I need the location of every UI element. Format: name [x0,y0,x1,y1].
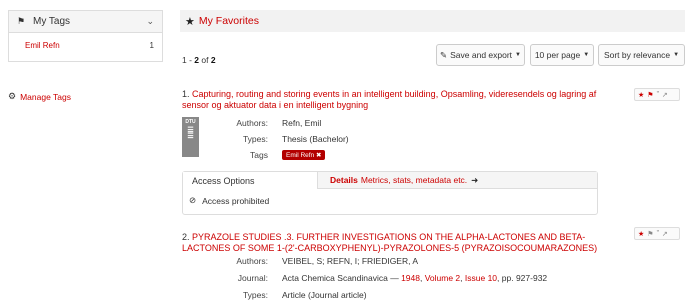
tag-badge[interactable]: Emil Refn ✖ [282,150,326,160]
page-title-bar: ★ My Favorites [180,10,685,32]
result-number: 1. [182,89,190,99]
journal-issue-link[interactable]: Issue 10 [465,273,497,283]
journal-pages: , pp. 927-932 [497,273,548,283]
result-count: 1 - 2 of 2 [182,55,216,65]
share-icon[interactable]: ↗ [662,230,668,238]
author-link[interactable]: VEIBEL, S; REFN, I; FRIEDIGER, A [282,256,418,266]
author-link[interactable]: Refn, Emil [282,118,321,128]
sort-dropdown[interactable]: Sort by relevance ▼ [598,44,685,66]
access-status: ⊘ Access prohibited [183,189,597,206]
arrow-right-icon: ➜ [471,174,479,185]
chevron-down-icon[interactable]: ⌄ [146,16,154,27]
access-tabs: Access Options Details Metrics, stats, m… [183,172,597,189]
count-prefix: 1 - [182,55,195,65]
tag-count: 1 [149,41,154,50]
caret-down-icon: ▼ [515,52,521,58]
tag-link[interactable]: Emil Refn [25,41,60,50]
thumbnail-lines-icon: ☰ ☰ [187,127,194,140]
result-title-1: 1. Capturing, routing and storing events… [182,89,602,111]
access-status-text: Access prohibited [202,195,270,206]
caret-down-icon: ▼ [673,52,680,58]
my-tags-panel: ⚑ My Tags ⌄ Emil Refn 1 [8,10,163,62]
types-value: Thesis (Bachelor) [282,134,349,144]
save-export-label: Save and export [450,50,513,60]
result-number: 2. [182,232,190,242]
journal-name: Acta Chemica Scandinavica — [282,273,402,283]
page-title: My Favorites [198,15,259,27]
ban-icon: ⊘ [189,195,197,205]
per-page-label: 10 per page [534,50,581,60]
details-text: Metrics, stats, metadata etc. [360,175,468,185]
result-link[interactable]: Capturing, routing and storing events in… [182,89,596,110]
journal-year-link[interactable]: 1948 [401,273,420,283]
count-total: 2 [210,55,216,65]
tab-access-options[interactable]: Access Options [183,172,318,189]
authors-label: Authors: [236,256,268,266]
types-label: Types: [242,290,268,300]
sort-label: Sort by relevance [603,50,671,60]
tag-list-item[interactable]: Emil Refn 1 [9,41,162,50]
journal-label: Journal: [237,273,268,283]
dtu-thumbnail: DTU ☰ ☰ [182,117,199,157]
star-icon[interactable]: ★ [638,91,644,99]
my-tags-header[interactable]: ⚑ My Tags ⌄ [9,11,162,33]
types-label: Types: [242,134,268,144]
my-tags-title: My Tags [33,16,71,27]
tab-details[interactable]: Details Metrics, stats, metadata etc. ➜ [318,172,478,188]
result-actions: ★ ⚑ ” ↗ [634,227,680,240]
thumbnail-label: DTU [185,119,196,125]
quote-icon[interactable]: ” [657,91,659,98]
share-icon[interactable]: ↗ [662,91,668,99]
authors-label: Authors: [236,118,268,128]
quote-icon[interactable]: ” [657,230,659,237]
access-panel: Access Options Details Metrics, stats, m… [182,171,598,215]
export-icon: ✎ [440,49,448,60]
manage-tags-link[interactable]: ⚙ Manage Tags [8,91,71,102]
tag-icon[interactable]: ⚑ [647,91,653,99]
tag-icon[interactable]: ⚑ [647,230,653,238]
manage-tags-label[interactable]: Manage Tags [20,92,71,102]
journal-volume-link[interactable]: Volume 2 [425,273,460,283]
journal-value: Acta Chemica Scandinavica — 1948, Volume… [282,273,547,283]
star-icon: ★ [185,15,195,28]
save-export-button[interactable]: ✎ Save and export ▼ [436,44,525,66]
result-title-2: 2. PYRAZOLE STUDIES .3. FURTHER INVESTIG… [182,232,612,254]
star-icon[interactable]: ★ [638,230,644,238]
tag-icon: ⚑ [17,16,26,26]
count-of: of [199,55,211,65]
caret-down-icon: ▼ [583,52,590,58]
types-value: Article (Journal article) [282,290,367,300]
gear-icon: ⚙ [8,91,17,101]
details-label: Details [330,175,358,185]
result-link[interactable]: PYRAZOLE STUDIES .3. FURTHER INVESTIGATI… [182,232,597,253]
result-actions: ★ ⚑ ” ↗ [634,88,680,101]
tags-label: Tags [250,150,268,160]
per-page-dropdown[interactable]: 10 per page ▼ [530,44,594,66]
